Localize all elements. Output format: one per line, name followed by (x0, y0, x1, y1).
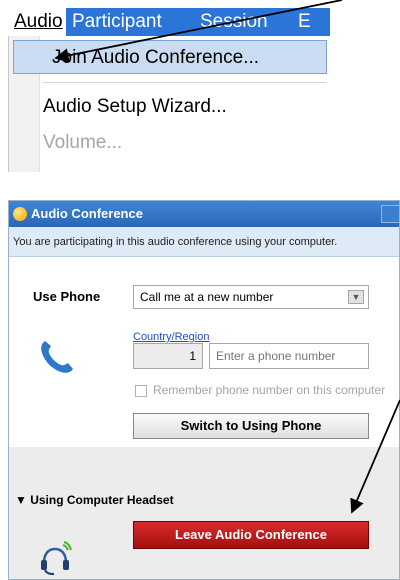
window-titlebar: Audio Conference (9, 201, 399, 227)
menu-participant-label: Participant (72, 11, 162, 32)
call-mode-select[interactable]: Call me at a new number ▼ (133, 285, 369, 309)
menu-participant[interactable]: Participant (66, 8, 194, 36)
join-audio-conference-item[interactable]: Join Audio Conference... (13, 40, 327, 74)
switch-to-phone-button[interactable]: Switch to Using Phone (133, 413, 369, 439)
window-controls-icon[interactable] (381, 205, 399, 223)
leave-audio-conference-button[interactable]: Leave Audio Conference (133, 521, 369, 549)
use-phone-label: Use Phone (33, 289, 101, 304)
use-phone-section: Use Phone Call me at a new number ▼ Coun… (9, 257, 399, 447)
menu-session-label: Session (200, 11, 268, 32)
menubar: Audio Participant Session E (8, 8, 330, 36)
join-audio-conference-label: Join Audio Conference... (52, 47, 260, 68)
window-title: Audio Conference (31, 206, 143, 221)
menu-more-label: E (298, 11, 311, 32)
call-mode-value: Call me at a new number (140, 290, 274, 304)
volume-label: Volume... (43, 132, 123, 153)
headset-icon (41, 541, 72, 575)
status-info-text: You are participating in this audio conf… (13, 236, 338, 248)
remember-number-checkbox[interactable] (135, 385, 147, 397)
menu-screenshot: Audio Participant Session E Join Audio C… (0, 0, 330, 176)
menu-audio-label: Audio (14, 11, 63, 32)
computer-headset-section: ▼ Using Computer Headset Leave Audio Con… (9, 447, 399, 579)
audio-setup-wizard-label: Audio Setup Wizard... (43, 96, 227, 117)
phone-number-input[interactable] (209, 343, 369, 369)
audio-conference-window: Audio Conference You are participating i… (8, 200, 400, 580)
menu-more[interactable]: E (292, 8, 330, 36)
country-code-field[interactable]: 1 (133, 343, 203, 369)
menu-divider (43, 82, 327, 83)
dropdown-arrow-icon[interactable]: ▼ (348, 290, 364, 304)
status-info-bar: You are participating in this audio conf… (9, 227, 399, 257)
country-region-link[interactable]: Country/Region (133, 331, 209, 343)
headset-section-label[interactable]: ▼ Using Computer Headset (15, 493, 174, 507)
menu-audio[interactable]: Audio (8, 8, 66, 36)
phone-icon (41, 341, 73, 373)
volume-item[interactable]: Volume... (43, 126, 122, 160)
menu-session[interactable]: Session (194, 8, 292, 36)
title-icon (13, 207, 27, 221)
remember-number-label: Remember phone number on this computer (153, 383, 386, 397)
audio-setup-wizard-item[interactable]: Audio Setup Wizard... (43, 90, 227, 124)
audio-dropdown-menu: Join Audio Conference... Audio Setup Wiz… (8, 36, 330, 172)
